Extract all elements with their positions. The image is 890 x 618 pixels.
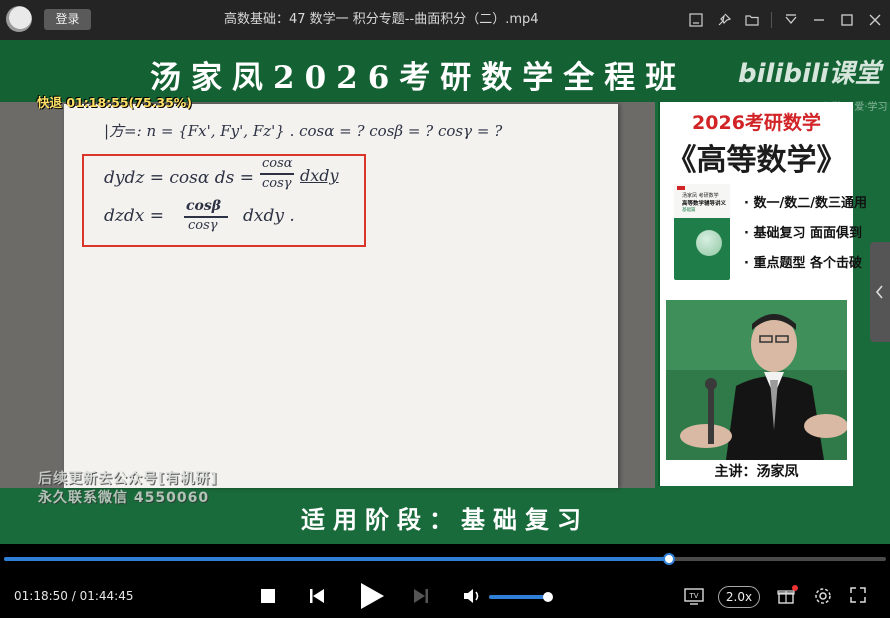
title-bar-divider (771, 12, 772, 28)
minimize-icon[interactable] (810, 11, 828, 29)
book-decoration (696, 230, 722, 256)
feature-item: · 数一/数二/数三通用 (744, 196, 867, 211)
stage-caption: 适用阶段：基础复习 (301, 506, 589, 534)
title-bar-icons (687, 0, 884, 40)
play-icon[interactable] (358, 581, 386, 611)
seek-overlay-text: 快退 01:18:55(75.35%) (37, 95, 193, 110)
progress-bar[interactable] (0, 544, 890, 574)
panel-subtitle: 《高等数学》 (666, 143, 847, 178)
total-time: 01:44:45 (79, 589, 134, 603)
instructor-label: 主讲：汤家凤 (714, 464, 799, 480)
tv-cast-icon[interactable]: TV (684, 586, 704, 606)
svg-text:TV: TV (688, 592, 698, 600)
login-button[interactable]: 登录 (44, 9, 91, 30)
window-title: 高数基础：47 数学一 积分专题--曲面积分（二）.mp4 (224, 12, 539, 27)
fullscreen-icon[interactable] (849, 586, 867, 604)
next-icon[interactable] (413, 588, 429, 604)
time-display: 01:18:50 / 01:44:45 (14, 589, 133, 603)
book-logo (677, 186, 685, 190)
brand-logo: bilibili课堂 (738, 59, 881, 89)
screenshot-icon[interactable] (687, 11, 705, 29)
title-bar: 登录 高数基础：47 数学一 积分专题--曲面积分（二）.mp4 (0, 0, 890, 40)
book-cover-image: 汤家凤 考研数学 高等数学辅导讲义 基础篇 (674, 184, 730, 280)
course-title: 汤家凤2026考研数学全程班 (150, 60, 687, 96)
previous-icon[interactable] (309, 588, 325, 604)
player-controls: 01:18:50 / 01:44:45 TV 2.0x (0, 574, 890, 618)
progress-handle[interactable] (662, 553, 675, 565)
highlight-box (82, 154, 366, 247)
time-separator: / (67, 589, 80, 603)
feature-item: · 重点题型 各个击破 (744, 256, 862, 271)
feature-item: · 基础复习 面面俱到 (744, 226, 862, 241)
video-frame[interactable]: 汤家凤2026考研数学全程班 bilibili课堂 一·心学习 爱·学习 快退 … (0, 40, 890, 544)
volume-handle[interactable] (542, 592, 553, 602)
stop-icon[interactable] (261, 589, 275, 603)
current-time: 01:18:50 (14, 589, 68, 603)
book-author: 汤家凤 考研数学 (682, 193, 719, 199)
close-icon[interactable] (866, 11, 884, 29)
teacher-photo (666, 300, 847, 460)
notification-dot (792, 585, 798, 591)
menu-icon[interactable] (782, 11, 800, 29)
watermark-line-1: 后续更新去公众号[有机研] (38, 471, 218, 487)
panel-title: 2026考研数学 (692, 112, 821, 134)
volume-icon[interactable] (463, 587, 483, 605)
book-edition: 基础篇 (682, 208, 696, 213)
folder-icon[interactable] (743, 11, 761, 29)
volume-fill (489, 595, 548, 599)
board-line-1: |方=: n = {Fx', Fy', Fz'} . cosα = ? cosβ… (104, 122, 503, 140)
side-panel-toggle[interactable] (870, 242, 890, 342)
app-logo-icon (6, 6, 32, 32)
promo-panel: 2026考研数学 《高等数学》 汤家凤 考研数学 高等数学辅导讲义 基础篇 · … (658, 102, 867, 486)
pin-icon[interactable] (715, 11, 733, 29)
settings-gear-icon[interactable] (813, 586, 833, 606)
book-title: 高等数学辅导讲义 (682, 201, 727, 207)
feature-list: · 数一/数二/数三通用 · 基础复习 面面俱到 · 重点题型 各个击破 (744, 192, 867, 282)
playback-speed-button[interactable]: 2.0x (718, 586, 760, 608)
maximize-icon[interactable] (838, 11, 856, 29)
progress-fill (4, 557, 669, 561)
